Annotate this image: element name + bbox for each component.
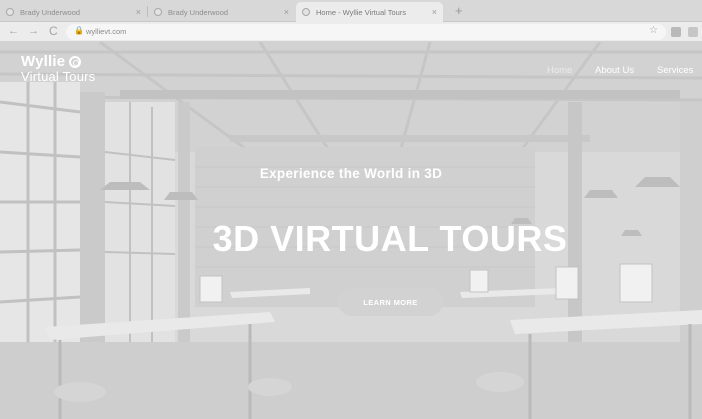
browser-tab-strip: Brady Underwood × Brady Underwood × Home… xyxy=(0,0,702,22)
nav-about-us[interactable]: About Us xyxy=(595,65,634,76)
hero-headline: 3D VIRTUAL TOURS xyxy=(212,218,568,259)
learn-more-button[interactable]: LEARN MORE xyxy=(338,288,443,316)
hero-section: Wyllie Virtual Tours Home About Us Servi… xyxy=(0,42,702,419)
reload-button[interactable]: C xyxy=(49,24,58,39)
globe-icon xyxy=(6,8,14,16)
nav-home[interactable]: Home xyxy=(547,65,572,76)
close-icon[interactable]: × xyxy=(432,7,437,17)
browser-toolbar: ← → C 🔒 wyllievt.com ☆ xyxy=(0,22,702,42)
back-button[interactable]: ← xyxy=(8,24,19,39)
forward-button[interactable]: → xyxy=(28,24,39,39)
extension-icon[interactable] xyxy=(671,27,681,37)
tab-home-wyllie[interactable]: Home - Wyllie Virtual Tours × xyxy=(296,2,443,22)
close-icon[interactable]: × xyxy=(284,7,289,17)
site-header: Wyllie Virtual Tours Home About Us Servi… xyxy=(0,42,702,102)
extension-icon[interactable] xyxy=(688,27,698,37)
tab-brady-underwood-1[interactable]: Brady Underwood × xyxy=(0,2,147,22)
nav-services[interactable]: Services xyxy=(657,65,693,76)
tab-title: Home - Wyllie Virtual Tours xyxy=(316,7,407,17)
new-tab-button[interactable]: + xyxy=(455,3,463,19)
tab-title: Brady Underwood xyxy=(168,7,229,17)
main-navigation: Home About Us Services xyxy=(0,65,702,79)
url-text[interactable]: wyllievt.com xyxy=(86,27,126,36)
close-icon[interactable]: × xyxy=(136,7,141,17)
hero-tagline: Experience the World in 3D xyxy=(259,166,443,181)
lock-icon: 🔒 xyxy=(74,26,84,35)
tab-brady-underwood-2[interactable]: Brady Underwood × xyxy=(148,2,295,22)
tab-title: Brady Underwood xyxy=(20,7,81,17)
address-bar[interactable]: 🔒 wyllievt.com ☆ xyxy=(66,24,666,40)
globe-icon xyxy=(154,8,162,16)
globe-icon xyxy=(302,8,310,16)
bookmark-star-icon[interactable]: ☆ xyxy=(649,25,658,36)
